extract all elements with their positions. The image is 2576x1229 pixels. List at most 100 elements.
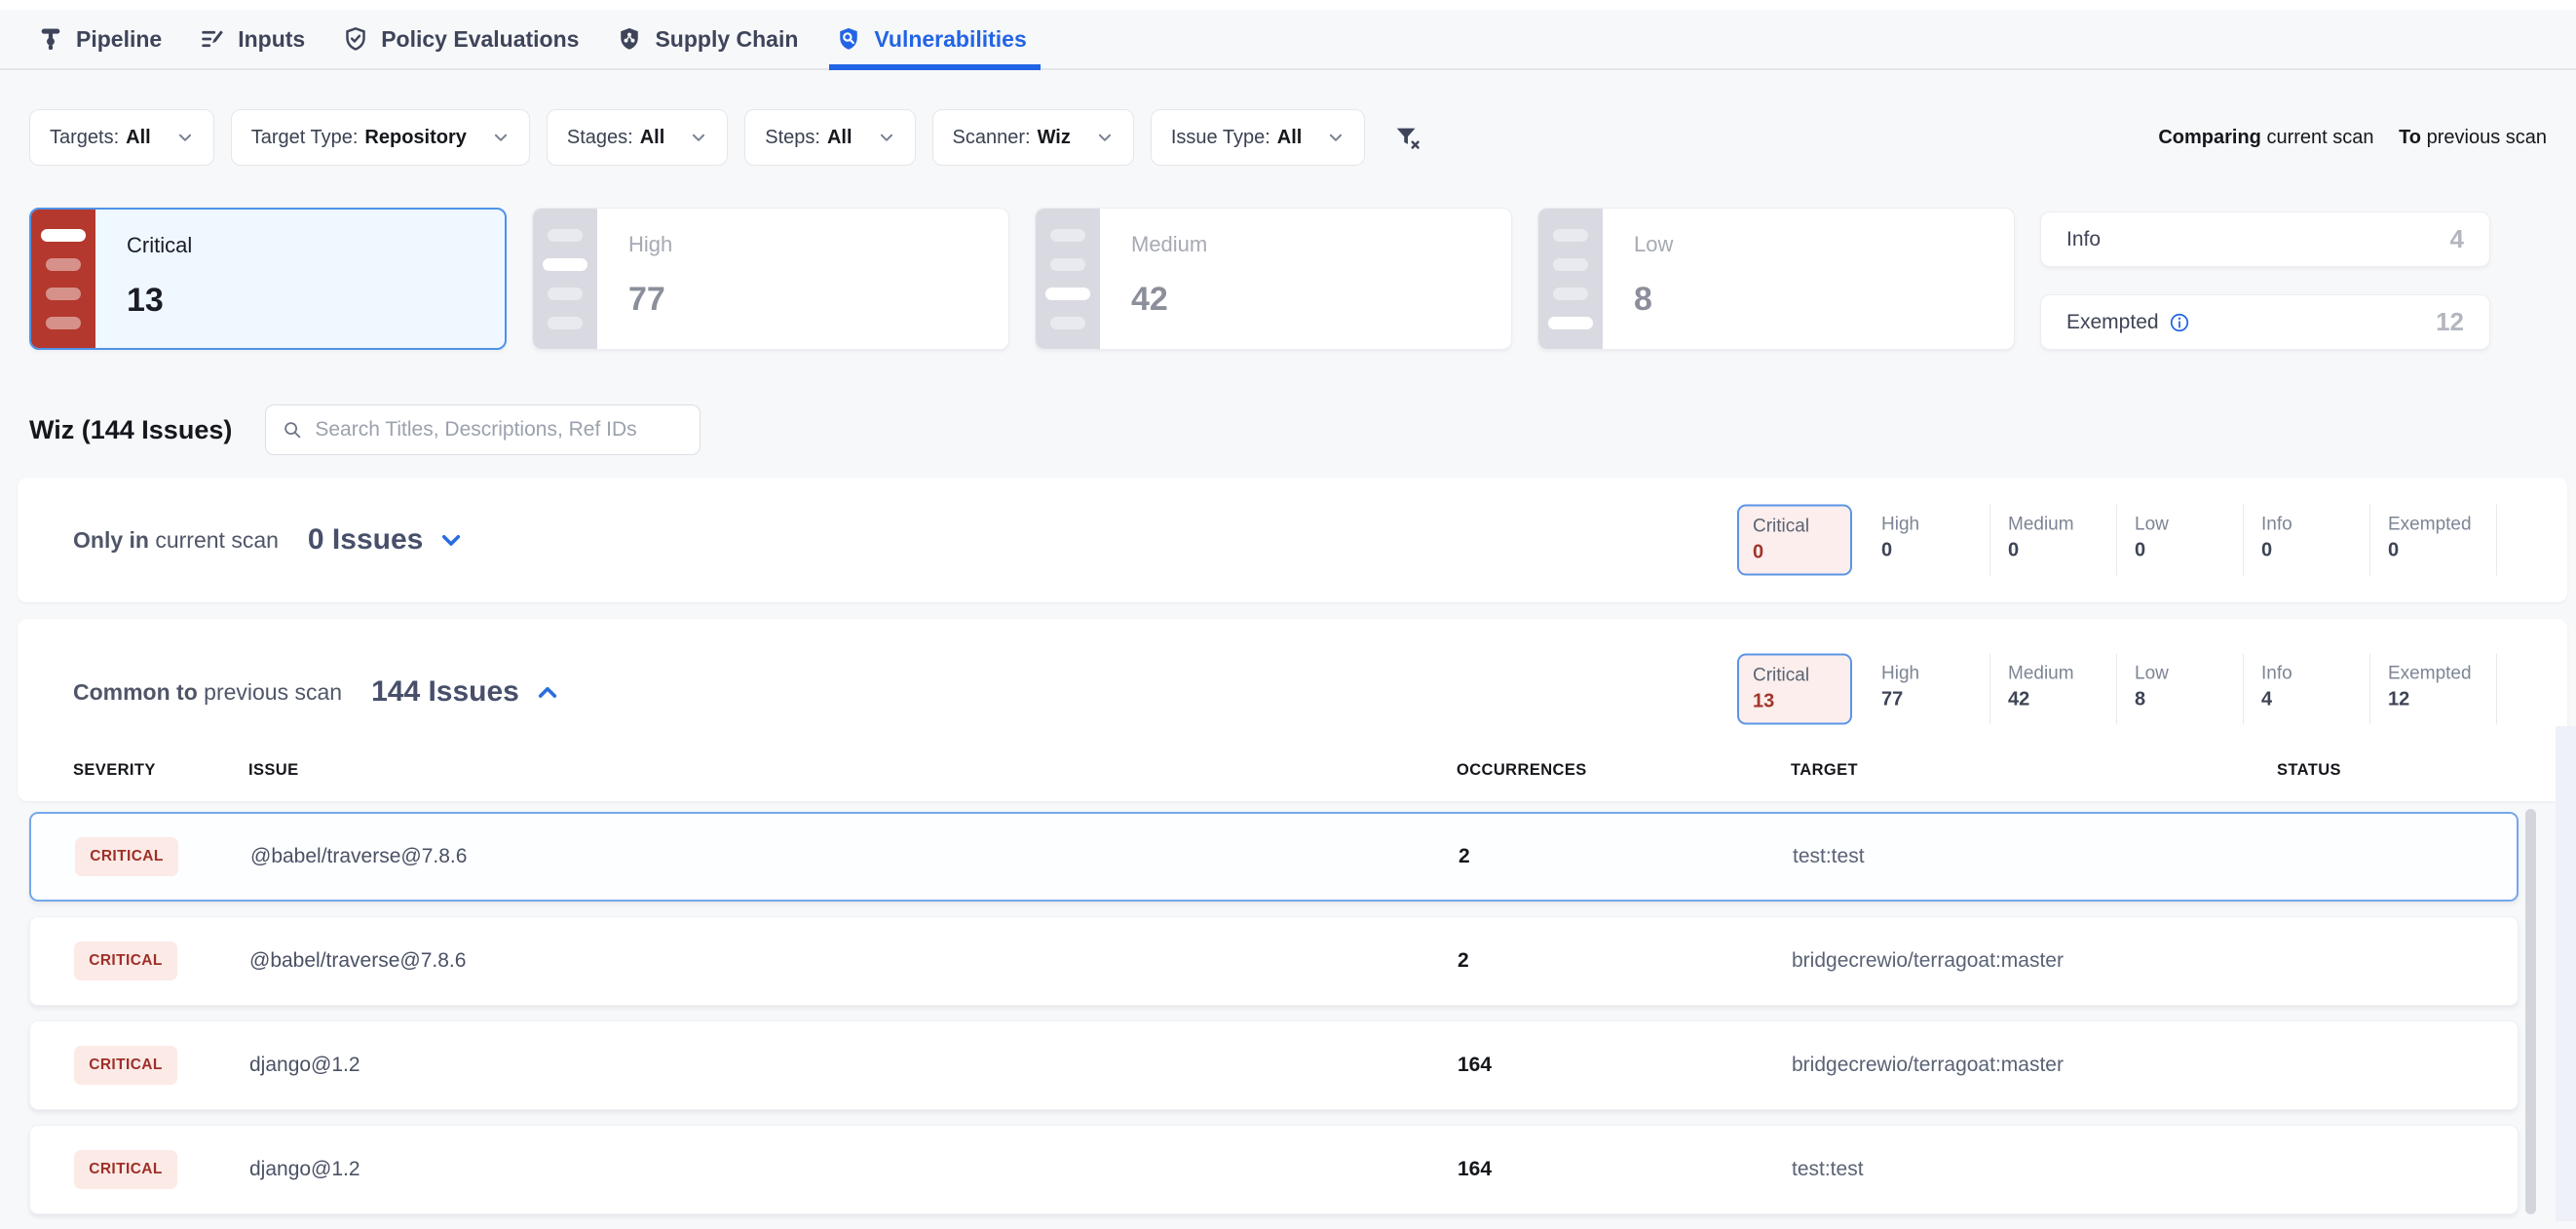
chip-high[interactable]: High 77: [1864, 654, 1990, 725]
occurrences-cell: 164: [1458, 1054, 1792, 1077]
clear-filters-icon[interactable]: [1393, 123, 1422, 152]
chip-low[interactable]: Low 0: [2117, 505, 2244, 576]
severity-card-critical[interactable]: Critical 13: [29, 208, 507, 350]
severity-card-low[interactable]: Low 8: [1537, 208, 2015, 350]
vertical-scrollbar[interactable]: [2525, 809, 2536, 1214]
filter-dropdowns: Targets: All Target Type: Repository Sta…: [29, 109, 1422, 166]
filter-issue-type[interactable]: Issue Type: All: [1151, 109, 1365, 166]
chip-count: 8: [2135, 689, 2243, 711]
tab-pipeline[interactable]: Pipeline: [37, 10, 162, 68]
chip-medium[interactable]: Medium 42: [1990, 654, 2117, 725]
chip-critical[interactable]: Critical 0: [1737, 505, 1852, 576]
chip-label: Low: [2135, 664, 2243, 685]
severity-badge: CRITICAL: [74, 941, 177, 980]
chevron-up-icon[interactable]: [535, 679, 560, 705]
severity-card-label: High: [628, 232, 672, 257]
inputs-icon: [199, 25, 226, 53]
search-input[interactable]: [315, 418, 684, 442]
comparing-word: Comparing: [2158, 127, 2261, 148]
filter-targets[interactable]: Targets: All: [29, 109, 214, 166]
medium-gauge-icon: [1036, 209, 1100, 349]
tab-policy-evaluations[interactable]: Policy Evaluations: [342, 10, 579, 68]
severity-card-medium[interactable]: Medium 42: [1035, 208, 1512, 350]
section-label-bold: Only in: [73, 527, 149, 553]
chip-medium[interactable]: Medium 0: [1990, 505, 2117, 576]
chip-label: High: [1881, 515, 1989, 536]
chip-label: Exempted: [2388, 664, 2496, 685]
chip-label: Critical: [1753, 517, 1850, 538]
chevron-down-icon: [878, 129, 895, 146]
chip-exempted[interactable]: Exempted 0: [2370, 505, 2497, 576]
chevron-down-icon: [690, 129, 707, 146]
severity-cards-row: Critical 13 High 77 Medium 42 Low 8 I: [29, 208, 2547, 350]
table-row[interactable]: CRITICAL django@1.2 164 test:test: [29, 1125, 2519, 1214]
filter-scanner-value: Wiz: [1038, 127, 1071, 149]
filter-stages-value: All: [640, 127, 665, 149]
severity-card-label: Medium: [1131, 232, 1207, 257]
issue-cell: @babel/traverse@7.8.6: [250, 845, 1458, 868]
table-row[interactable]: CRITICAL django@1.2 164 bridgecrewio/ter…: [29, 1020, 2519, 1110]
severity-card-count: 8: [1634, 281, 1673, 319]
table-row[interactable]: CRITICAL @babel/traverse@7.8.6 2 test:te…: [29, 812, 2519, 902]
tab-vulnerabilities[interactable]: Vulnerabilities: [835, 10, 1026, 68]
search-box[interactable]: [265, 404, 701, 455]
chip-exempted[interactable]: Exempted 12: [2370, 654, 2497, 725]
filter-scanner-label: Scanner:: [953, 127, 1031, 149]
chevron-down-icon[interactable]: [438, 527, 464, 553]
chip-info[interactable]: Info 4: [2244, 654, 2370, 725]
issue-cell: django@1.2: [249, 1158, 1458, 1181]
chip-low[interactable]: Low 8: [2117, 654, 2244, 725]
chip-high[interactable]: High 0: [1864, 505, 1990, 576]
filter-target-type[interactable]: Target Type: Repository: [231, 109, 530, 166]
target-cell: test:test: [1792, 1158, 2278, 1181]
info-icon[interactable]: [2169, 312, 2190, 333]
comparing-current: current scan: [2266, 127, 2373, 148]
info-card[interactable]: Info 4: [2040, 211, 2490, 267]
chip-count: 0: [2008, 540, 2116, 562]
chip-count: 77: [1881, 689, 1989, 711]
chip-label: Critical: [1753, 666, 1850, 687]
filter-issue-type-label: Issue Type:: [1171, 127, 1270, 149]
chevron-down-icon: [492, 129, 510, 146]
header-occurrences: OCCURRENCES: [1457, 761, 1791, 780]
filter-scanner[interactable]: Scanner: Wiz: [932, 109, 1134, 166]
filter-stages-label: Stages:: [567, 127, 633, 149]
scan-comparison-label: Comparing current scan To previous scan: [2158, 127, 2547, 149]
exempted-card-count: 12: [2436, 307, 2464, 337]
exempted-card-label: Exempted: [2066, 311, 2159, 334]
issue-cell: django@1.2: [249, 1054, 1458, 1077]
chip-label: Info: [2261, 515, 2369, 536]
exempted-card[interactable]: Exempted 12: [2040, 294, 2490, 350]
chip-label: Exempted: [2388, 515, 2496, 536]
supply-chain-icon: [616, 25, 643, 53]
tab-supply-chain[interactable]: Supply Chain: [616, 10, 798, 68]
severity-card-high[interactable]: High 77: [532, 208, 1009, 350]
scroll-gutter: [2556, 726, 2576, 1221]
scanner-header: Wiz (144 Issues): [29, 404, 701, 455]
section-label-rest: current scan: [155, 527, 279, 553]
comparing-previous: previous scan: [2427, 127, 2547, 148]
pipeline-icon: [37, 25, 64, 53]
header-issue: ISSUE: [248, 761, 1457, 780]
target-cell: bridgecrewio/terragoat:master: [1792, 949, 2278, 973]
occurrences-cell: 2: [1458, 949, 1792, 973]
tab-inputs[interactable]: Inputs: [199, 10, 305, 68]
chip-count: 12: [2388, 689, 2496, 711]
target-cell: test:test: [1793, 845, 2279, 868]
severity-chips: Critical 13 High 77 Medium 42 Low 8 Info…: [1737, 654, 2497, 725]
chip-critical[interactable]: Critical 13: [1737, 654, 1852, 725]
filter-target-type-value: Repository: [364, 127, 466, 149]
chip-info[interactable]: Info 0: [2244, 505, 2370, 576]
chip-label: Medium: [2008, 664, 2116, 685]
filter-stages[interactable]: Stages: All: [547, 109, 728, 166]
filter-steps[interactable]: Steps: All: [744, 109, 915, 166]
chevron-down-icon: [1327, 129, 1345, 146]
severity-badge: CRITICAL: [74, 1046, 177, 1085]
chip-label: High: [1881, 664, 1989, 685]
chip-label: Low: [2135, 515, 2243, 536]
policy-evaluations-icon: [342, 25, 369, 53]
severity-chips: Critical 0 High 0 Medium 0 Low 0 Info 0 …: [1737, 505, 2497, 576]
chip-count: 42: [2008, 689, 2116, 711]
info-card-label: Info: [2066, 228, 2101, 251]
table-row[interactable]: CRITICAL @babel/traverse@7.8.6 2 bridgec…: [29, 916, 2519, 1006]
